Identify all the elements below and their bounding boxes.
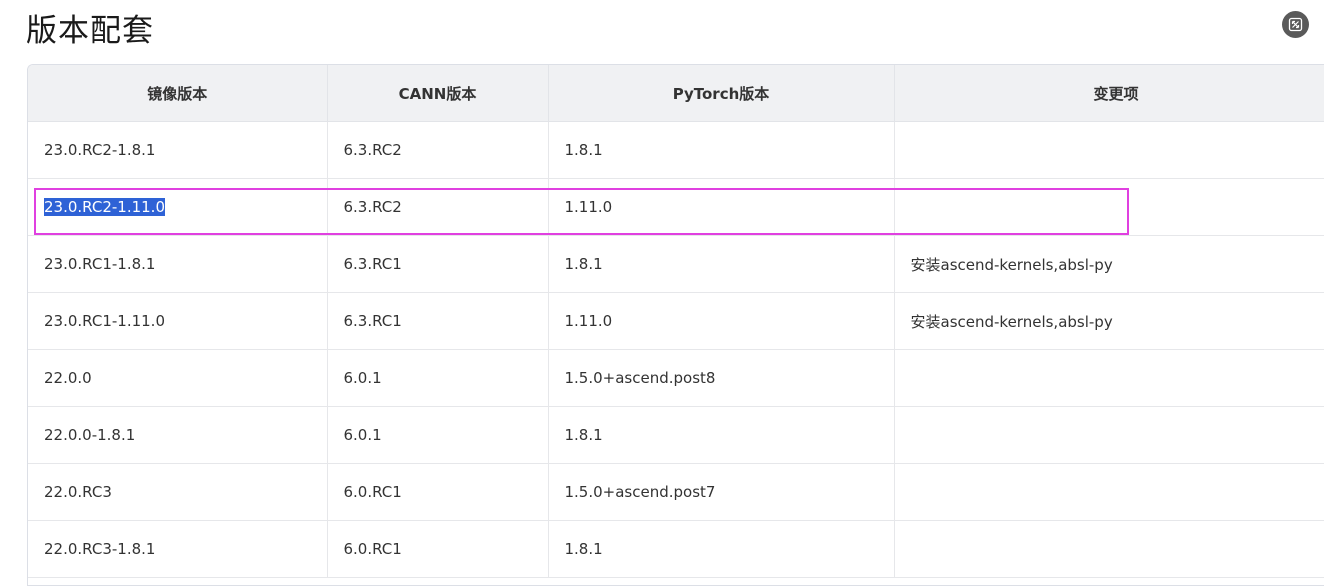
cell-changes	[894, 406, 1324, 464]
page-title: 版本配套	[26, 13, 154, 49]
cell-cann-version: 6.3.RC1	[327, 292, 549, 350]
table-row: 22.0.RC3-1.8.1 6.0.RC1 1.8.1	[28, 520, 1324, 578]
table-row: 22.0.0 6.0.1 1.5.0+ascend.post8	[28, 349, 1324, 407]
column-header-cann-version: CANN版本	[327, 65, 549, 122]
version-table: 镜像版本 CANN版本 PyTorch版本 变更项 23.0.RC2-1.8.1…	[28, 65, 1324, 578]
cell-cann-version: 6.3.RC2	[327, 121, 549, 179]
cell-image-version: 23.0.RC2-1.8.1	[28, 121, 328, 179]
cell-image-version: 23.0.RC2-1.11.0	[28, 178, 328, 236]
selected-text[interactable]: 23.0.RC2-1.11.0	[44, 198, 165, 216]
table-row: 23.0.RC1-1.8.1 6.3.RC1 1.8.1 安装ascend-ke…	[28, 235, 1324, 293]
cell-pytorch-version: 1.8.1	[548, 406, 895, 464]
cell-image-version: 22.0.RC3	[28, 463, 328, 521]
cell-cann-version: 6.0.RC1	[327, 520, 549, 578]
cell-cann-version: 6.0.1	[327, 349, 549, 407]
cell-changes: 安装ascend-kernels,absl-py	[894, 292, 1324, 350]
table-row: 23.0.RC1-1.11.0 6.3.RC1 1.11.0 安装ascend-…	[28, 292, 1324, 350]
cell-pytorch-version: 1.5.0+ascend.post8	[548, 349, 895, 407]
cell-changes	[894, 520, 1324, 578]
table-header-row: 镜像版本 CANN版本 PyTorch版本 变更项	[28, 65, 1324, 122]
cell-image-version: 23.0.RC1-1.11.0	[28, 292, 328, 350]
column-header-image-version: 镜像版本	[28, 65, 328, 122]
cell-changes	[894, 121, 1324, 179]
table-row: 22.0.RC3 6.0.RC1 1.5.0+ascend.post7	[28, 463, 1324, 521]
cell-changes: 安装ascend-kernels,absl-py	[894, 235, 1324, 293]
cell-image-version: 22.0.RC3-1.8.1	[28, 520, 328, 578]
table-row: 23.0.RC2-1.11.0 6.3.RC2 1.11.0	[28, 178, 1324, 236]
cell-image-version: 22.0.0-1.8.1	[28, 406, 328, 464]
expand-button[interactable]	[1282, 11, 1309, 38]
cell-image-version: 22.0.0	[28, 349, 328, 407]
table-row: 23.0.RC2-1.8.1 6.3.RC2 1.8.1	[28, 121, 1324, 179]
cell-pytorch-version: 1.8.1	[548, 520, 895, 578]
cell-pytorch-version: 1.8.1	[548, 235, 895, 293]
expand-icon	[1288, 17, 1303, 32]
cell-changes	[894, 349, 1324, 407]
cell-pytorch-version: 1.11.0	[548, 178, 895, 236]
cell-changes	[894, 178, 1324, 236]
column-header-changes: 变更项	[894, 65, 1324, 122]
cell-pytorch-version: 1.8.1	[548, 121, 895, 179]
cell-cann-version: 6.0.RC1	[327, 463, 549, 521]
cell-cann-version: 6.3.RC2	[327, 178, 549, 236]
cell-pytorch-version: 1.11.0	[548, 292, 895, 350]
cell-cann-version: 6.3.RC1	[327, 235, 549, 293]
cell-changes	[894, 463, 1324, 521]
table-row: 22.0.0-1.8.1 6.0.1 1.8.1	[28, 406, 1324, 464]
version-table-container: 镜像版本 CANN版本 PyTorch版本 变更项 23.0.RC2-1.8.1…	[27, 64, 1324, 586]
cell-image-version: 23.0.RC1-1.8.1	[28, 235, 328, 293]
cell-cann-version: 6.0.1	[327, 406, 549, 464]
column-header-pytorch-version: PyTorch版本	[548, 65, 895, 122]
cell-pytorch-version: 1.5.0+ascend.post7	[548, 463, 895, 521]
